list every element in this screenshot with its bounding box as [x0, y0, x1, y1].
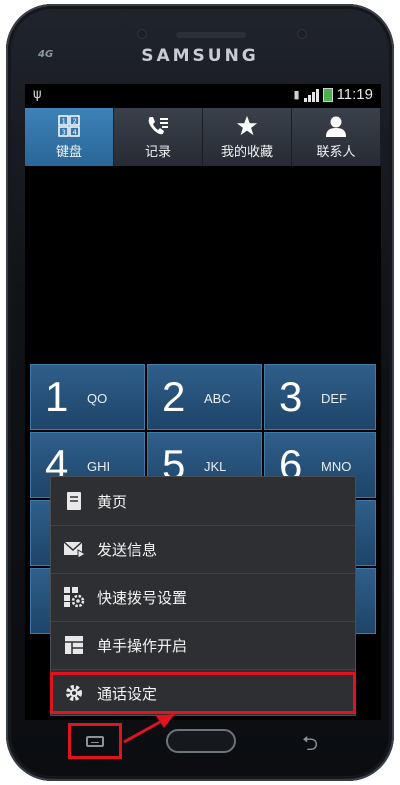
annotation-arrow-icon	[123, 714, 175, 744]
